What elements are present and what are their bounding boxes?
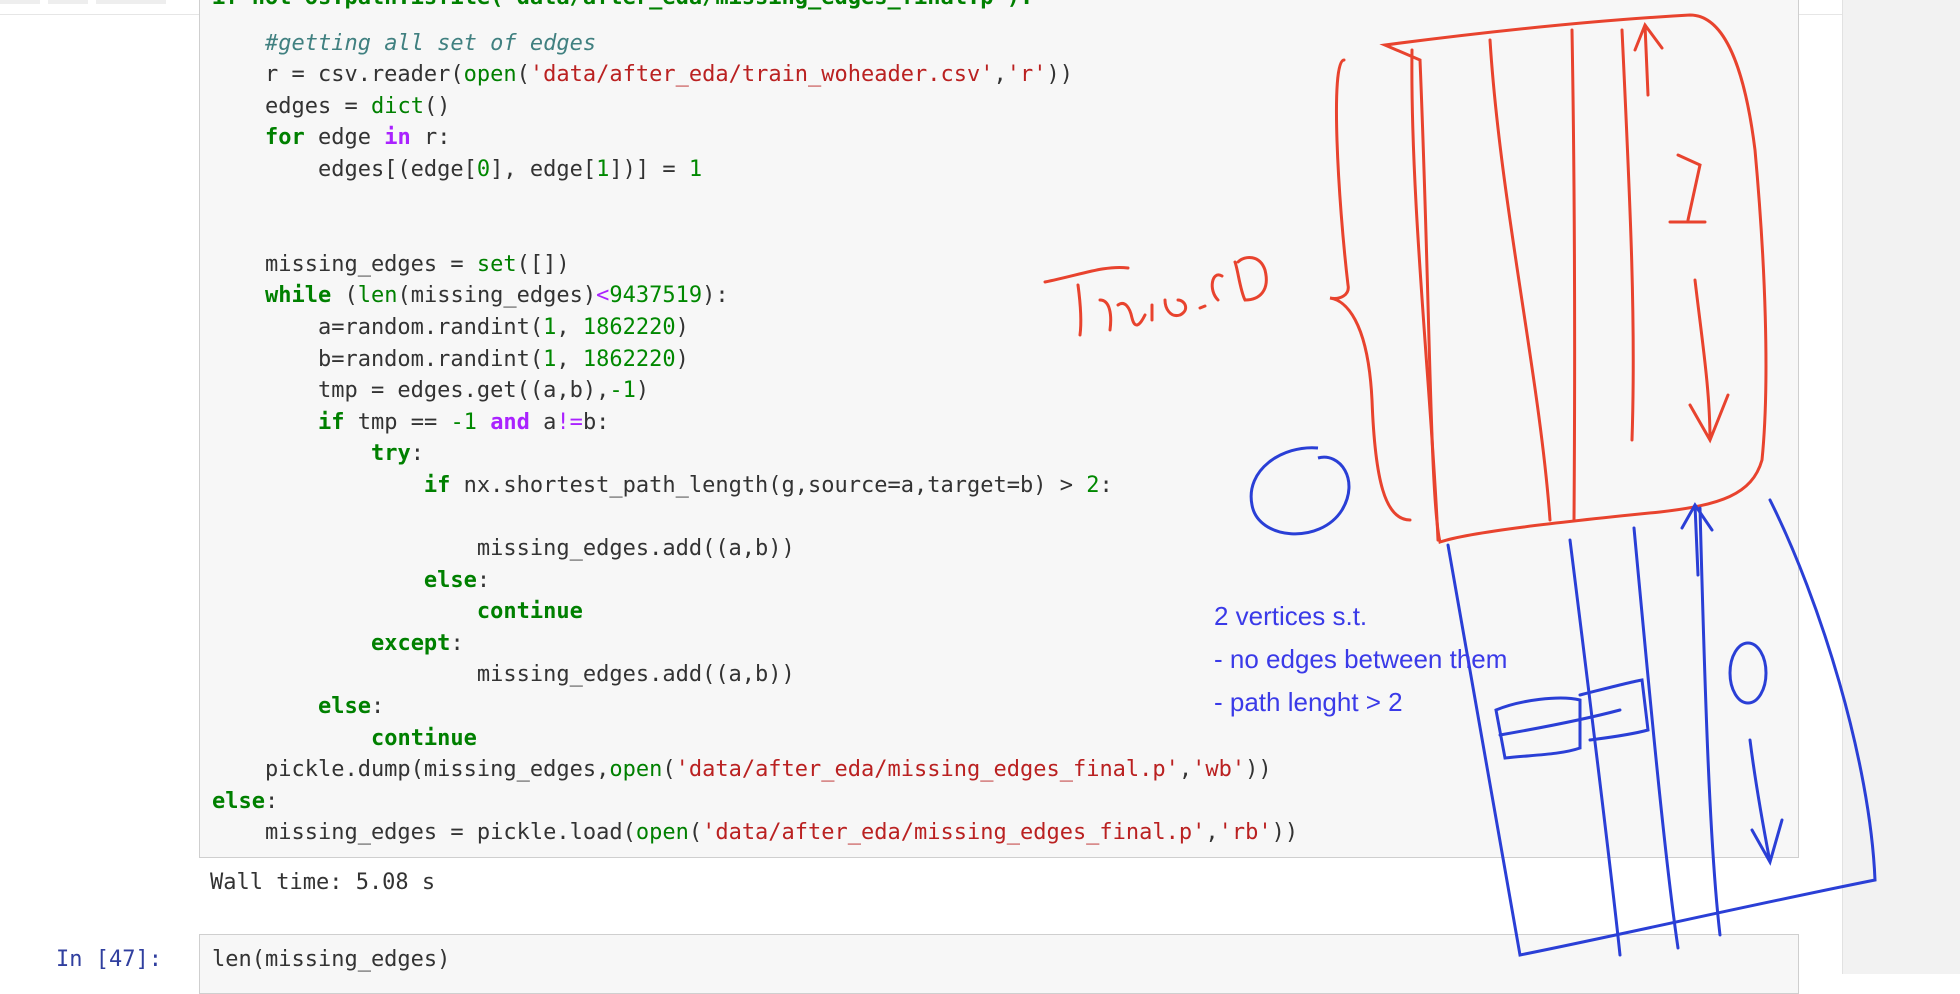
column-line <box>1620 28 1635 442</box>
table-outline <box>1446 498 1877 957</box>
note-line-1: 2 vertices s.t. <box>1214 601 1368 631</box>
arrow-up <box>1633 21 1664 97</box>
pen-annotations <box>1043 13 1877 957</box>
column-line <box>1632 526 1680 950</box>
left-brace <box>1329 58 1412 522</box>
arrow-down <box>1748 738 1784 866</box>
column-line <box>1698 506 1722 937</box>
column-line <box>1570 28 1577 522</box>
blue-missing-edges-table-sketch <box>1446 498 1877 957</box>
column-line <box>1488 38 1552 522</box>
arrow-down <box>1688 278 1730 444</box>
note-line-2: - no edges between them <box>1214 644 1508 674</box>
crossed-box-stroke <box>1498 708 1622 737</box>
handwritten-train-csv <box>1043 256 1268 337</box>
red-train-table-sketch <box>1329 13 1768 544</box>
note-line-3: - path lenght > 2 <box>1214 687 1403 717</box>
arrow-up <box>1680 502 1714 577</box>
blue-circle-highlight <box>1249 446 1351 536</box>
digit-zero <box>1728 641 1768 705</box>
column-line <box>1410 48 1440 542</box>
digit-one <box>1668 153 1707 224</box>
